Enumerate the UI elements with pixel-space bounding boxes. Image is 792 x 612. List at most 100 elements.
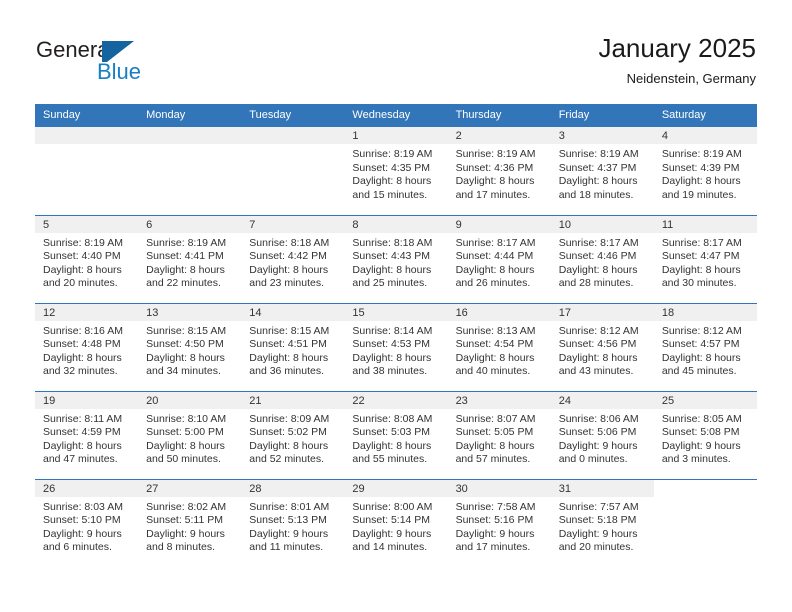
day-number: 16: [447, 303, 551, 321]
daylight-text-line2: and 52 minutes.: [249, 453, 324, 465]
daylight-text-line1: Daylight: 8 hours: [146, 439, 225, 452]
day-number: 14: [241, 303, 345, 321]
calendar-day-cell[interactable]: 14 Sunrise: 8:15 AM Sunset: 4:51 PM Dayligh…: [241, 302, 345, 391]
daylight-text-line1: Daylight: 8 hours: [146, 351, 225, 364]
daylight-text-line2: and 57 minutes.: [455, 453, 531, 465]
sunrise-text: Sunrise: 8:11 AM: [43, 412, 123, 425]
sunrise-text: Sunrise: 8:15 AM: [146, 324, 227, 337]
calendar-day-cell[interactable]: 30 Sunrise: 7:58 AM Sunset: 5:16 PM Dayligh…: [447, 478, 551, 567]
sunrise-text: Sunrise: 7:58 AM: [455, 500, 536, 513]
calendar-day-cell[interactable]: 15 Sunrise: 8:14 AM Sunset: 4:53 PM Dayligh…: [344, 302, 448, 391]
calendar-day-cell[interactable]: 7 Sunrise: 8:18 AM Sunset: 4:42 PM Daylight…: [241, 214, 345, 303]
calendar-day-cell[interactable]: 20 Sunrise: 8:10 AM Sunset: 5:00 PM Dayligh…: [138, 390, 242, 479]
sunrise-text: Sunrise: 8:07 AM: [455, 412, 536, 425]
day-details: Sunrise: 8:09 AM Sunset: 5:02 PM Daylight:…: [241, 409, 344, 467]
sunset-text: Sunset: 4:56 PM: [558, 338, 637, 350]
day-details: Sunrise: 8:00 AM Sunset: 5:14 PM Daylight:…: [344, 497, 447, 555]
daylight-text-line2: and 20 minutes.: [558, 541, 634, 553]
calendar-day-cell[interactable]: 29 Sunrise: 8:00 AM Sunset: 5:14 PM Dayligh…: [344, 478, 448, 567]
sunset-text: Sunset: 4:40 PM: [43, 250, 121, 262]
calendar-day-cell[interactable]: 19 Sunrise: 8:11 AM Sunset: 4:59 PM Dayligh…: [35, 390, 139, 479]
calendar-day-cell[interactable]: 25 Sunrise: 8:05 AM Sunset: 5:08 PM Dayligh…: [653, 390, 757, 479]
calendar-day-cell[interactable]: 1 Sunrise: 8:19 AM Sunset: 4:35 PM Daylight…: [344, 127, 448, 215]
sunset-text: Sunset: 5:02 PM: [249, 426, 327, 438]
calendar-day-cell[interactable]: 10 Sunrise: 8:17 AM Sunset: 4:46 PM Dayligh…: [550, 214, 654, 303]
calendar-day-cell-empty: [241, 127, 345, 215]
daylight-text-line1: Daylight: 8 hours: [352, 351, 432, 364]
day-details: Sunrise: 8:01 AM Sunset: 5:13 PM Daylight:…: [241, 497, 344, 555]
day-details: Sunrise: 8:05 AM Sunset: 5:08 PM Daylight:…: [654, 409, 757, 467]
calendar-day-cell[interactable]: 27 Sunrise: 8:02 AM Sunset: 5:11 PM Dayligh…: [138, 478, 242, 567]
sunrise-text: Sunrise: 8:06 AM: [558, 412, 639, 425]
calendar-day-cell[interactable]: 3 Sunrise: 8:19 AM Sunset: 4:37 PM Daylight…: [550, 127, 654, 215]
day-number: 28: [241, 479, 345, 497]
daylight-text-line1: Daylight: 9 hours: [661, 439, 741, 452]
day-number: 9: [447, 215, 551, 233]
sunset-text: Sunset: 4:39 PM: [661, 161, 740, 174]
calendar-day-cell[interactable]: 26 Sunrise: 8:03 AM Sunset: 5:10 PM Dayligh…: [35, 478, 139, 567]
sunset-text: Sunset: 4:43 PM: [352, 250, 431, 262]
calendar-day-cell[interactable]: 11 Sunrise: 8:17 AM Sunset: 4:47 PM Dayligh…: [653, 214, 757, 303]
daylight-text-line1: Daylight: 8 hours: [661, 263, 741, 276]
day-number: 25: [653, 391, 757, 409]
general-blue-logo[interactable]: General Blue: [36, 38, 236, 94]
sunrise-text: Sunrise: 8:09 AM: [249, 412, 330, 425]
calendar-day-cell-empty: [653, 478, 757, 567]
day-number: 10: [550, 215, 654, 233]
calendar-day-cell[interactable]: 6 Sunrise: 8:19 AM Sunset: 4:41 PM Daylight…: [138, 214, 242, 303]
calendar-day-cell[interactable]: 16 Sunrise: 8:13 AM Sunset: 4:54 PM Dayligh…: [447, 302, 551, 391]
day-details: Sunrise: 8:10 AM Sunset: 5:00 PM Daylight:…: [138, 409, 241, 467]
sunset-text: Sunset: 5:03 PM: [352, 426, 431, 438]
daylight-text-line2: and 32 minutes.: [43, 365, 118, 377]
calendar-day-cell[interactable]: 31 Sunrise: 7:57 AM Sunset: 5:18 PM Dayligh…: [550, 478, 654, 567]
daylight-text-line1: Daylight: 9 hours: [352, 527, 432, 540]
weekday-header-sunday: Sunday: [35, 104, 139, 127]
calendar-day-cell[interactable]: 21 Sunrise: 8:09 AM Sunset: 5:02 PM Dayligh…: [241, 390, 345, 479]
calendar-day-cell[interactable]: 9 Sunrise: 8:17 AM Sunset: 4:44 PM Daylight…: [447, 214, 551, 303]
sunrise-text: Sunrise: 8:18 AM: [352, 236, 433, 249]
daylight-text-line2: and 38 minutes.: [352, 365, 428, 377]
daylight-text-line1: Daylight: 9 hours: [455, 527, 535, 540]
daylight-text-line1: Daylight: 8 hours: [43, 439, 122, 452]
weekday-header-wednesday: Wednesday: [344, 104, 448, 127]
daylight-text-line1: Daylight: 8 hours: [146, 263, 225, 276]
daylight-text-line2: and 25 minutes.: [352, 277, 428, 289]
weekday-header-saturday: Saturday: [653, 104, 757, 127]
sunset-text: Sunset: 5:16 PM: [455, 514, 534, 526]
daylight-text-line1: Daylight: 8 hours: [661, 351, 741, 364]
calendar-day-cell[interactable]: 8 Sunrise: 8:18 AM Sunset: 4:43 PM Daylight…: [344, 214, 448, 303]
calendar-day-cell[interactable]: 24 Sunrise: 8:06 AM Sunset: 5:06 PM Dayligh…: [550, 390, 654, 479]
calendar-day-cell[interactable]: 18 Sunrise: 8:12 AM Sunset: 4:57 PM Dayligh…: [653, 302, 757, 391]
calendar-week-row: 19 Sunrise: 8:11 AM Sunset: 4:59 PM Dayligh…: [35, 390, 757, 479]
title-block: January 2025 Neidenstein, Germany: [598, 32, 756, 88]
day-details: Sunrise: 8:02 AM Sunset: 5:11 PM Daylight:…: [138, 497, 241, 555]
day-number: 11: [653, 215, 757, 233]
calendar-week-row: 26 Sunrise: 8:03 AM Sunset: 5:10 PM Dayligh…: [35, 478, 757, 567]
daylight-text-line1: Daylight: 8 hours: [558, 263, 638, 276]
calendar-day-cell[interactable]: 5 Sunrise: 8:19 AM Sunset: 4:40 PM Daylight…: [35, 214, 139, 303]
day-number: 19: [35, 391, 139, 409]
calendar-day-cell[interactable]: 2 Sunrise: 8:19 AM Sunset: 4:36 PM Daylight…: [447, 127, 551, 215]
sunset-text: Sunset: 4:54 PM: [455, 338, 534, 350]
day-details: Sunrise: 8:18 AM Sunset: 4:42 PM Daylight:…: [241, 233, 344, 291]
calendar-day-cell[interactable]: 23 Sunrise: 8:07 AM Sunset: 5:05 PM Dayligh…: [447, 390, 551, 479]
day-number: 15: [344, 303, 448, 321]
day-number: 29: [344, 479, 448, 497]
calendar-day-cell[interactable]: 13 Sunrise: 8:15 AM Sunset: 4:50 PM Dayligh…: [138, 302, 242, 391]
day-number: 13: [138, 303, 242, 321]
sunset-text: Sunset: 5:00 PM: [146, 426, 224, 438]
calendar-day-cell[interactable]: 4 Sunrise: 8:19 AM Sunset: 4:39 PM Daylight…: [653, 127, 757, 215]
daylight-text-line1: Daylight: 8 hours: [249, 263, 329, 276]
daylight-text-line2: and 3 minutes.: [661, 453, 731, 465]
calendar-day-cell[interactable]: 28 Sunrise: 8:01 AM Sunset: 5:13 PM Dayligh…: [241, 478, 345, 567]
day-details: Sunrise: 8:13 AM Sunset: 4:54 PM Daylight:…: [448, 321, 551, 379]
sunrise-text: Sunrise: 8:17 AM: [455, 236, 536, 249]
day-number: 8: [344, 215, 448, 233]
sunrise-text: Sunrise: 8:17 AM: [558, 236, 639, 249]
daylight-text-line1: Daylight: 8 hours: [455, 351, 535, 364]
calendar-day-cell[interactable]: 12 Sunrise: 8:16 AM Sunset: 4:48 PM Dayligh…: [35, 302, 139, 391]
calendar-day-cell[interactable]: 17 Sunrise: 8:12 AM Sunset: 4:56 PM Dayligh…: [550, 302, 654, 391]
sunrise-text: Sunrise: 8:14 AM: [352, 324, 433, 337]
sunset-text: Sunset: 4:44 PM: [455, 250, 534, 262]
calendar-day-cell[interactable]: 22 Sunrise: 8:08 AM Sunset: 5:03 PM Dayligh…: [344, 390, 448, 479]
